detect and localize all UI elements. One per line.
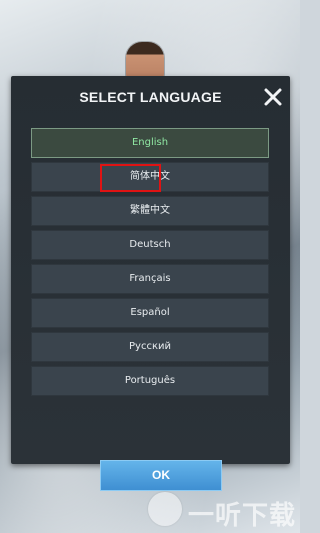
language-option-english[interactable]: English xyxy=(31,128,269,158)
dialog-title: SELECT LANGUAGE xyxy=(79,89,222,105)
dialog-header: SELECT LANGUAGE xyxy=(11,76,290,118)
screen: SELECT LANGUAGE English 简体中文 繁體中文 Deutsc… xyxy=(0,0,300,533)
language-option-spanish[interactable]: Español xyxy=(31,298,269,328)
watermark-logo-icon xyxy=(148,492,182,526)
ok-button[interactable]: OK xyxy=(100,460,222,491)
language-option-portuguese[interactable]: Português xyxy=(31,366,269,396)
language-dialog: SELECT LANGUAGE English 简体中文 繁體中文 Deutsc… xyxy=(11,76,290,491)
watermark-text: 一听下载 xyxy=(188,501,297,531)
language-list: English 简体中文 繁體中文 Deutsch Français Españ… xyxy=(31,128,269,400)
close-icon xyxy=(264,88,282,106)
language-option-traditional-chinese[interactable]: 繁體中文 xyxy=(31,196,269,226)
language-option-russian[interactable]: Русский xyxy=(31,332,269,362)
close-button[interactable] xyxy=(260,84,286,110)
language-option-simplified-chinese[interactable]: 简体中文 xyxy=(31,162,269,192)
language-option-german[interactable]: Deutsch xyxy=(31,230,269,260)
language-option-french[interactable]: Français xyxy=(31,264,269,294)
watermark: 一听下载 xyxy=(148,490,298,531)
